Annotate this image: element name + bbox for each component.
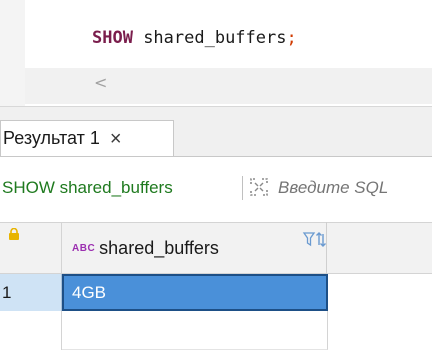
empty-cell [62,311,328,350]
text-type-icon: ABC [72,242,96,254]
filter-input[interactable] [278,178,432,198]
sql-editor[interactable]: SHOW shared_buffers; < [0,0,432,106]
filter-icon [302,232,316,247]
close-icon[interactable]: × [110,129,122,149]
lock-icon [9,228,19,240]
sql-identifier: shared_buffers [132,28,287,48]
query-bar-separator [242,176,243,200]
filter-sort-icons[interactable] [302,230,326,250]
tab-result-1[interactable]: Результат 1 × [0,120,174,156]
row-number-cell[interactable]: 1 [0,274,62,311]
expand-icon[interactable] [248,176,270,198]
tab-label: Результат 1 [3,128,100,148]
sql-terminator: ; [286,28,297,48]
scroll-left-icon[interactable]: < [94,73,107,92]
sql-code-line[interactable]: SHOW shared_buffers; [92,28,297,48]
sort-icon [316,232,326,247]
query-text: SHOW shared_buffers [2,178,173,197]
horizontal-scrollbar[interactable] [25,68,432,104]
empty-row-number-cell [0,311,62,350]
editor-gutter [0,0,25,106]
column-name: shared_buffers [99,237,219,258]
column-header-shared-buffers[interactable]: ABC shared_buffers [62,222,327,274]
sql-keyword: SHOW [92,28,133,48]
table-cell-selected[interactable]: 4GB [62,274,328,311]
